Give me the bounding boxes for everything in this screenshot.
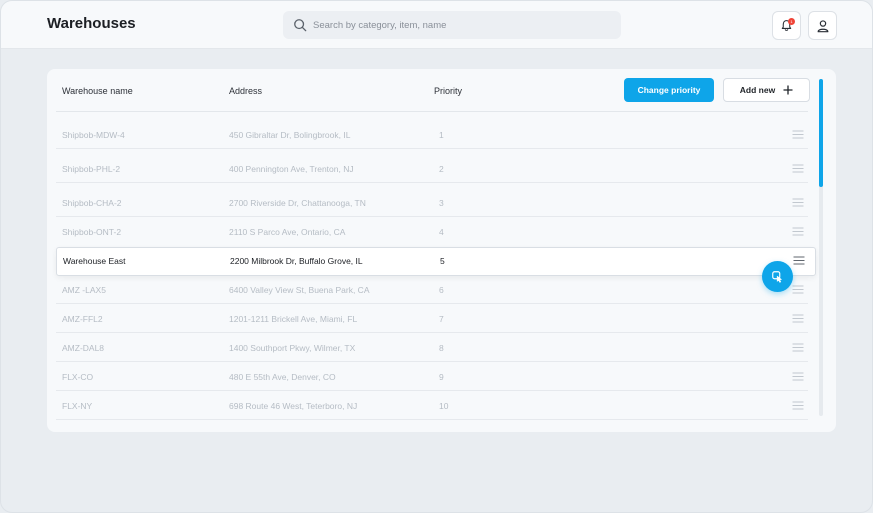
priority-cell: 6 <box>439 285 444 295</box>
address-cell: 2200 Milbrook Dr, Buffalo Grove, IL <box>230 256 363 266</box>
search-input[interactable] <box>313 19 613 31</box>
search-icon <box>294 19 307 32</box>
priority-cell: 3 <box>439 198 444 208</box>
user-profile-button[interactable] <box>808 11 837 40</box>
warehouse-name-cell: AMZ-DAL8 <box>62 343 105 353</box>
drag-hand-icon <box>771 270 782 283</box>
table-row[interactable]: Shipbob-ONT-2 2110 S Parco Ave, Ontario, … <box>56 217 816 246</box>
drag-handle-icon[interactable] <box>792 164 804 173</box>
column-header-priority: Priority <box>434 86 463 96</box>
table-row[interactable]: AMZ-FFL2 1201-1211 Brickell Ave, Miami, F… <box>56 304 816 333</box>
user-icon <box>817 19 828 32</box>
notifications-button[interactable]: 1 <box>772 11 801 40</box>
table-row[interactable]: AMZ -LAX5 6400 Valley View St, Buena Park… <box>56 275 816 304</box>
warehouse-name-cell: Shipbob-PHL-2 <box>62 164 121 174</box>
change-priority-button[interactable]: Change priority <box>624 78 714 102</box>
add-new-button[interactable]: Add new <box>723 78 810 102</box>
warehouse-name-cell: FLX-CO <box>62 372 94 382</box>
drag-handle-icon[interactable] <box>792 130 804 139</box>
drag-handle-icon[interactable] <box>792 401 804 410</box>
table-row[interactable]: FLX-CO 480 E 55th Ave, Denver, CO 9 <box>56 362 816 391</box>
column-header-warehouse-name: Warehouse name <box>62 86 133 96</box>
drag-handle-icon[interactable] <box>793 256 805 265</box>
priority-cell: 5 <box>440 256 445 266</box>
drag-handle-icon[interactable] <box>792 372 804 381</box>
warehouse-name-cell: Warehouse East <box>63 256 126 266</box>
row-divider <box>56 148 808 149</box>
drag-handle-icon[interactable] <box>792 285 804 294</box>
notification-badge: 1 <box>788 18 795 25</box>
scrollbar-thumb[interactable] <box>819 79 823 187</box>
row-divider <box>56 182 808 183</box>
address-cell: 2700 Riverside Dr, Chattanooga, TN <box>229 198 366 208</box>
address-cell: 1400 Southport Pkwy, Wilmer, TX <box>229 343 356 353</box>
page-title: Warehouses <box>47 15 136 32</box>
priority-cell: 2 <box>439 164 444 174</box>
priority-cell: 4 <box>439 227 444 237</box>
header-divider <box>56 111 808 112</box>
warehouse-name-cell: AMZ -LAX5 <box>62 285 106 295</box>
table-row-selected[interactable]: Warehouse East 2200 Milbrook Dr, Buffalo … <box>56 247 816 276</box>
add-new-label: Add new <box>739 85 776 95</box>
column-header-address: Address <box>229 86 263 96</box>
warehouses-table-card: Warehouse name Address Priority Change p… <box>47 69 836 432</box>
address-cell: 450 Gibraltar Dr, Bolingbrook, IL <box>229 130 351 140</box>
address-cell: 1201-1211 Brickell Ave, Miami, FL <box>229 314 358 324</box>
address-cell: 480 E 55th Ave, Denver, CO <box>229 372 336 382</box>
table-row[interactable]: AMZ-DAL8 1400 Southport Pkwy, Wilmer, TX 8 <box>56 333 816 362</box>
table-row[interactable]: FLX-NY 698 Route 46 West, Teterboro, NJ 10 <box>56 391 816 420</box>
address-cell: 698 Route 46 West, Teterboro, NJ <box>229 401 358 411</box>
drag-handle-icon[interactable] <box>792 343 804 352</box>
address-cell: 2110 S Parco Ave, Ontario, CA <box>229 227 346 237</box>
warehouse-name-cell: Shipbob-ONT-2 <box>62 227 122 237</box>
row-divider <box>56 419 808 420</box>
priority-cell: 8 <box>439 343 444 353</box>
plus-icon <box>783 85 793 95</box>
table-row[interactable]: Shipbob-MDW-4 450 Gibraltar Dr, Bolingbro… <box>56 120 816 149</box>
table-row[interactable]: Shipbob-PHL-2 400 Pennington Ave, Trenton… <box>56 154 816 183</box>
table-row[interactable]: Shipbob-CHA-2 2700 Riverside Dr, Chattano… <box>56 188 816 217</box>
drag-handle-icon[interactable] <box>792 198 804 207</box>
warehouse-name-cell: Shipbob-CHA-2 <box>62 198 122 208</box>
priority-cell: 7 <box>439 314 444 324</box>
drag-handle-icon[interactable] <box>792 314 804 323</box>
priority-cell: 10 <box>439 401 449 411</box>
warehouse-name-cell: AMZ-FFL2 <box>62 314 103 324</box>
warehouse-name-cell: FLX-NY <box>62 401 93 411</box>
top-bar: Warehouses 1 <box>1 1 872 49</box>
address-cell: 6400 Valley View St, Buena Park, CA <box>229 285 370 295</box>
priority-cell: 9 <box>439 372 444 382</box>
drag-cursor-button[interactable] <box>762 261 793 292</box>
address-cell: 400 Pennington Ave, Trenton, NJ <box>229 164 354 174</box>
search-box[interactable] <box>283 11 621 39</box>
app-window: Warehouses 1 Warehouse name Address Prio… <box>0 0 873 513</box>
warehouse-name-cell: Shipbob-MDW-4 <box>62 130 125 140</box>
priority-cell: 1 <box>439 130 444 140</box>
drag-handle-icon[interactable] <box>792 227 804 236</box>
